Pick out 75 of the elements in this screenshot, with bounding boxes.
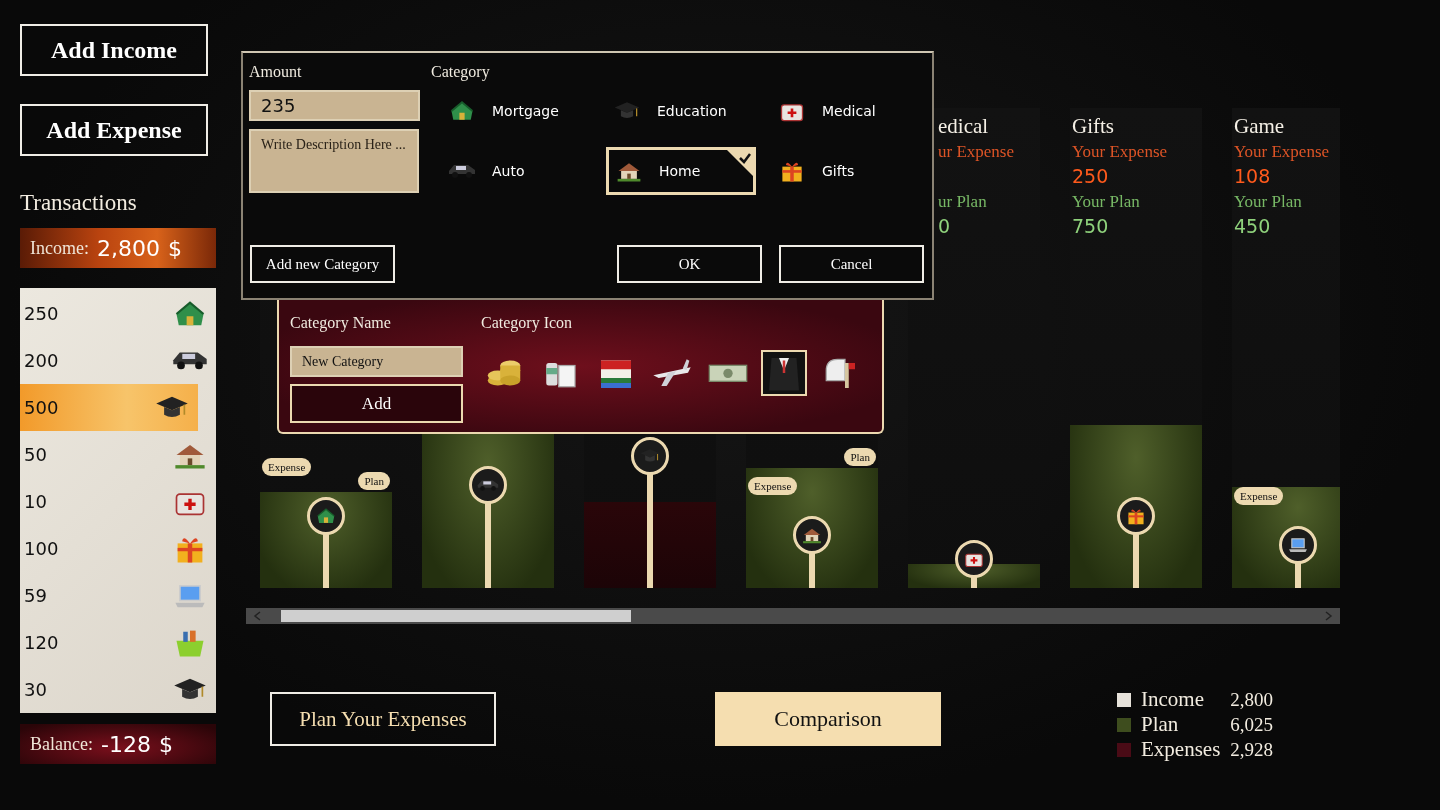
transaction-amount: 59 bbox=[24, 585, 47, 606]
transaction-row[interactable]: 10 bbox=[20, 478, 216, 525]
legend-value: 2,928 bbox=[1230, 738, 1274, 762]
cancel-button[interactable]: Cancel bbox=[779, 245, 924, 283]
column-title: Game bbox=[1234, 113, 1286, 140]
plan-label: Your Plan bbox=[1234, 191, 1303, 213]
transaction-row[interactable]: 30 bbox=[20, 666, 216, 713]
transaction-row[interactable]: 50 bbox=[20, 431, 216, 478]
add-expense-button[interactable]: Add Expense bbox=[20, 104, 208, 156]
transaction-amount: 500 bbox=[24, 397, 59, 418]
expense-bubble: Expense bbox=[748, 477, 798, 496]
balance-label: Balance: bbox=[30, 733, 93, 755]
expense-label: Your Expense bbox=[1234, 141, 1330, 163]
legend-label: Plan bbox=[1141, 712, 1179, 737]
banknote-icon bbox=[708, 363, 748, 383]
transaction-row[interactable]: 200 bbox=[20, 337, 216, 384]
transaction-amount: 250 bbox=[24, 303, 59, 324]
plan-label: Your Plan bbox=[1072, 191, 1141, 213]
category-name-field[interactable]: New Category bbox=[290, 346, 463, 377]
transaction-row[interactable]: 250 bbox=[20, 290, 216, 337]
legend-value: 6,025 bbox=[1230, 713, 1274, 737]
transaction-row[interactable]: 59 bbox=[20, 572, 216, 619]
transaction-amount: 200 bbox=[24, 350, 59, 371]
income-label: Income: bbox=[30, 237, 89, 259]
expense-value: 250 bbox=[1072, 164, 1110, 189]
plan-value: 750 bbox=[1072, 214, 1110, 239]
expense-bubble: Expense bbox=[1234, 486, 1284, 505]
transaction-amount: 100 bbox=[24, 538, 59, 559]
plan-label: ur Plan bbox=[938, 191, 988, 213]
expense-bubble: Expense bbox=[262, 458, 312, 476]
amount-field[interactable]: 235 bbox=[249, 90, 420, 121]
car-icon bbox=[172, 350, 208, 371]
balance-value: -128 bbox=[100, 731, 151, 757]
column-title: Gifts bbox=[1072, 113, 1115, 140]
transaction-amount: 10 bbox=[24, 491, 47, 512]
legend-label: Expenses bbox=[1141, 737, 1221, 762]
comparison-button[interactable]: Comparison bbox=[715, 692, 941, 746]
expense-value: 108 bbox=[1234, 164, 1272, 189]
description-field[interactable]: Write Description Here ... bbox=[249, 129, 419, 193]
plan-expenses-button[interactable]: Plan Your Expenses bbox=[270, 692, 496, 746]
plan-value: 0 bbox=[938, 214, 952, 239]
expense-label: ur Expense bbox=[938, 141, 1014, 163]
transaction-row[interactable]: 120 bbox=[20, 619, 216, 666]
transaction-amount: 120 bbox=[24, 632, 59, 653]
transaction-amount: 50 bbox=[24, 444, 47, 465]
category-label: Category bbox=[431, 63, 491, 83]
plan-value: 450 bbox=[1234, 214, 1272, 239]
expense-label: Your Expense bbox=[1072, 141, 1168, 163]
currency-symbol: $ bbox=[158, 731, 173, 757]
horizontal-scrollbar[interactable] bbox=[246, 608, 1340, 624]
plan-bubble: Plan bbox=[844, 448, 876, 466]
category-icon-label: Category Icon bbox=[481, 314, 574, 334]
legend-value: 2,800 bbox=[1230, 688, 1274, 712]
checkmark-icon bbox=[727, 150, 753, 176]
amount-label: Amount bbox=[249, 63, 303, 82]
category-name-label: Category Name bbox=[290, 314, 392, 334]
ok-button[interactable]: OK bbox=[617, 245, 762, 283]
transaction-row[interactable]: 100 bbox=[20, 525, 216, 572]
plan-bubble: Plan bbox=[358, 472, 390, 490]
legend-label: Income bbox=[1141, 687, 1204, 712]
income-value: 2,800 bbox=[97, 235, 160, 261]
transaction-row[interactable]: 500 bbox=[20, 384, 198, 431]
currency-symbol: $ bbox=[167, 235, 182, 261]
icon-option[interactable] bbox=[761, 350, 807, 396]
transactions-heading: Transactions bbox=[20, 190, 138, 216]
car-icon bbox=[477, 478, 499, 492]
airplane-icon bbox=[652, 358, 692, 388]
car-icon bbox=[448, 163, 476, 179]
add-income-button[interactable]: Add Income bbox=[20, 24, 208, 76]
category-option[interactable]: Home bbox=[606, 147, 756, 195]
transaction-amount: 30 bbox=[24, 679, 47, 700]
column-title: edical bbox=[938, 113, 990, 140]
scrollbar-thumb[interactable] bbox=[281, 610, 631, 622]
add-category-button[interactable]: Add new Category bbox=[250, 245, 395, 283]
add-button[interactable]: Add bbox=[290, 384, 463, 423]
